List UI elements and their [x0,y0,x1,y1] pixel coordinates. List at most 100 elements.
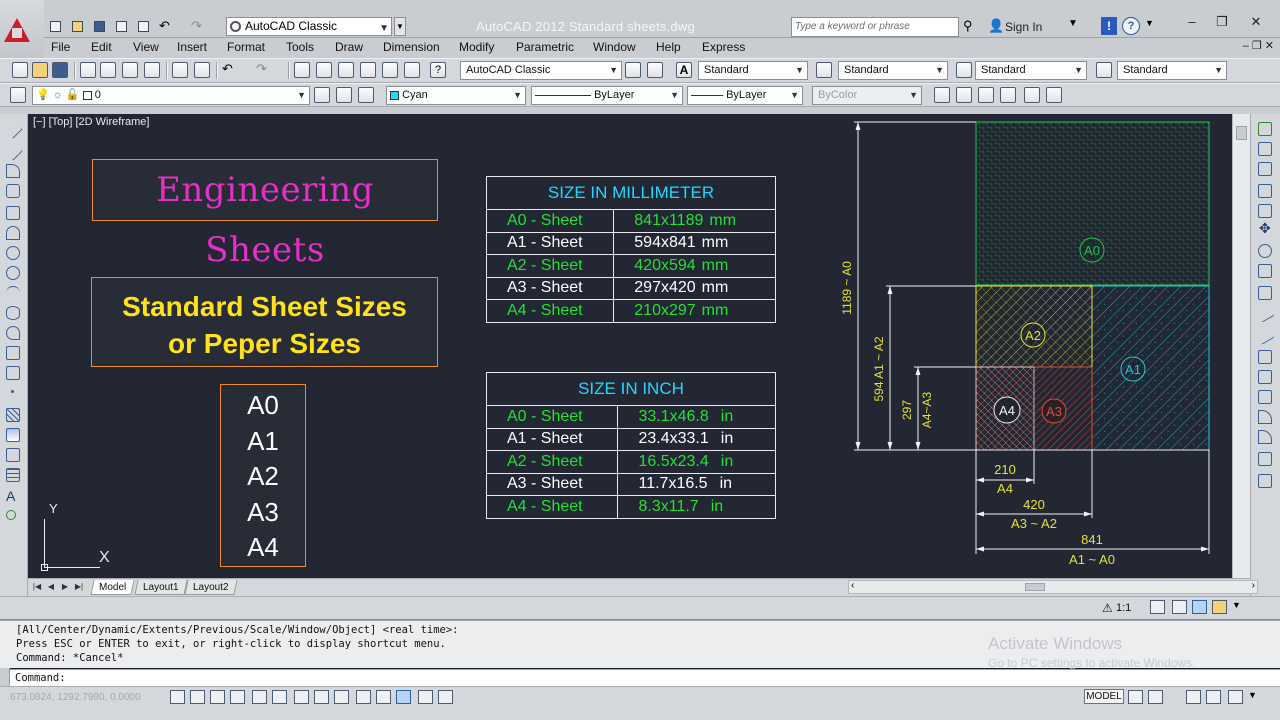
rectangle-icon[interactable] [6,206,20,220]
ellipse-icon[interactable] [6,306,20,320]
layer-combo[interactable]: 💡 ☼ 🔓 0 ▼ [32,86,310,105]
polyline-icon[interactable] [6,164,20,178]
exchange-icon[interactable]: ! [1101,17,1117,35]
quick-properties-icon[interactable] [418,690,433,704]
selection-cycling-icon[interactable] [438,690,453,704]
save-as-icon[interactable] [112,17,130,35]
sign-in-link[interactable]: Sign In [1005,20,1042,34]
object-snap-tracking-icon[interactable] [314,690,329,704]
layer-previous-icon[interactable] [336,87,352,103]
toolbar-lock-icon[interactable] [1206,690,1221,704]
close-button[interactable]: ✕ [1242,12,1270,32]
copy-icon[interactable] [1258,142,1272,156]
application-status-menu-icon[interactable]: ▼ [1248,690,1263,704]
new-file-icon[interactable] [46,17,64,35]
annotation-visibility-icon[interactable] [1150,600,1165,614]
menu-help[interactable]: Help [656,40,681,54]
open-file-icon[interactable] [68,17,86,35]
ortho-mode-icon[interactable] [230,690,245,704]
erase-icon[interactable] [1258,122,1272,136]
help-dropdown-icon[interactable]: ▼ [1145,18,1163,36]
tab-layout2[interactable]: Layout2 [184,580,238,595]
blend-curves-icon[interactable] [1258,452,1272,466]
circle-icon[interactable] [6,246,20,260]
construction-line-icon[interactable] [3,141,23,161]
3d-dwf-icon[interactable] [144,62,160,78]
scroll-thumb[interactable] [1025,583,1045,591]
design-center-icon[interactable] [404,62,420,78]
offset-icon[interactable] [1258,184,1272,198]
drawing-canvas[interactable]: [−] [Top] [2D Wireframe] Engineering She… [28,114,1232,578]
table-style-combo[interactable]: Standard ▼ [975,61,1087,80]
status-menu-icon[interactable]: ▼ [1232,600,1247,614]
workspace-status-icon[interactable] [1186,690,1201,704]
allow-disallow-ucs-icon[interactable] [334,690,349,704]
polygon-icon[interactable] [6,184,20,198]
undo-icon[interactable]: ↶ [222,62,238,78]
cut-icon[interactable] [172,62,188,78]
region-icon[interactable] [6,448,20,462]
make-object-layer-current-icon[interactable] [314,87,330,103]
zoom-previous-icon[interactable] [360,62,376,78]
plot-preview-icon[interactable] [100,62,116,78]
table-icon[interactable] [6,468,20,482]
command-line-input[interactable]: Command: [10,669,1280,686]
undo-icon[interactable]: ↶ [158,17,176,35]
break-at-point-icon[interactable] [1258,350,1272,364]
menu-draw[interactable]: Draw [335,40,363,54]
save-icon[interactable] [52,62,68,78]
vertical-scrollbar[interactable] [1232,114,1250,578]
workspace-settings-icon[interactable] [625,62,641,78]
menu-window[interactable]: Window [593,40,636,54]
3d-object-snap-icon[interactable] [294,690,309,704]
minimize-button[interactable]: – [1178,12,1206,32]
viewport-controls[interactable]: [−] [Top] [2D Wireframe] [33,116,149,128]
multileader-style-combo[interactable]: Standard ▼ [1117,61,1227,80]
qnew-icon[interactable] [12,62,28,78]
match-properties-icon[interactable] [194,62,210,78]
menu-tools[interactable]: Tools [286,40,314,54]
explode-icon[interactable] [1258,474,1272,488]
quick-view-drawings-icon[interactable] [1148,690,1163,704]
previous-tab-button[interactable]: ◀ [46,581,56,593]
quick-access-more-button[interactable]: ▼ [394,17,406,36]
scale-icon[interactable] [1258,264,1272,278]
gradient-icon[interactable] [6,428,20,442]
arc-icon[interactable] [6,226,20,240]
menu-file[interactable]: File [51,40,70,54]
add-selected-icon[interactable] [6,510,16,520]
scroll-right-icon[interactable]: › [1252,580,1255,591]
help-icon[interactable]: ? [430,62,446,78]
lineweight-combo[interactable]: ByLayer ▼ [687,86,803,105]
tab-model[interactable]: Model [90,580,135,595]
publish-icon[interactable] [122,62,138,78]
chamfer-icon[interactable] [1258,430,1272,444]
zoom-realtime-icon[interactable] [316,62,332,78]
tab-layout1[interactable]: Layout1 [134,580,188,595]
binoculars-icon[interactable]: ⚲ [963,18,981,36]
quick-view-layouts-icon[interactable] [1128,690,1143,704]
last-tab-button[interactable]: ▶| [74,581,84,593]
dimension-style-icon[interactable] [816,62,832,78]
workspace-switching-icon[interactable] [1192,600,1207,614]
annotation-scale-button[interactable]: ⚠ 1:1 [1100,600,1142,617]
infer-constraints-icon[interactable] [170,690,185,704]
dimension-style-combo[interactable]: Standard ▼ [838,61,948,80]
menu-modify[interactable]: Modify [459,40,494,54]
send-under-icon[interactable] [1000,87,1016,103]
redo-icon[interactable]: ↷ [190,17,208,35]
zoom-window-icon[interactable] [338,62,354,78]
coordinate-readout[interactable]: 673.0824, 1292.7980, 0.0000 [10,692,141,703]
object-snap-icon[interactable] [272,690,287,704]
sign-in-dropdown-icon[interactable]: ▼ [1068,18,1086,36]
hatch-icon[interactable] [6,408,20,422]
next-tab-button[interactable]: ▶ [60,581,70,593]
bring-above-icon[interactable] [978,87,994,103]
menu-edit[interactable]: Edit [91,40,112,54]
table-style-icon[interactable] [956,62,972,78]
extend-icon[interactable] [1255,325,1275,345]
hatch-to-back-icon[interactable] [1046,87,1062,103]
fillet-icon[interactable] [1258,410,1272,424]
line-icon[interactable] [3,119,23,139]
menu-view[interactable]: View [133,40,159,54]
